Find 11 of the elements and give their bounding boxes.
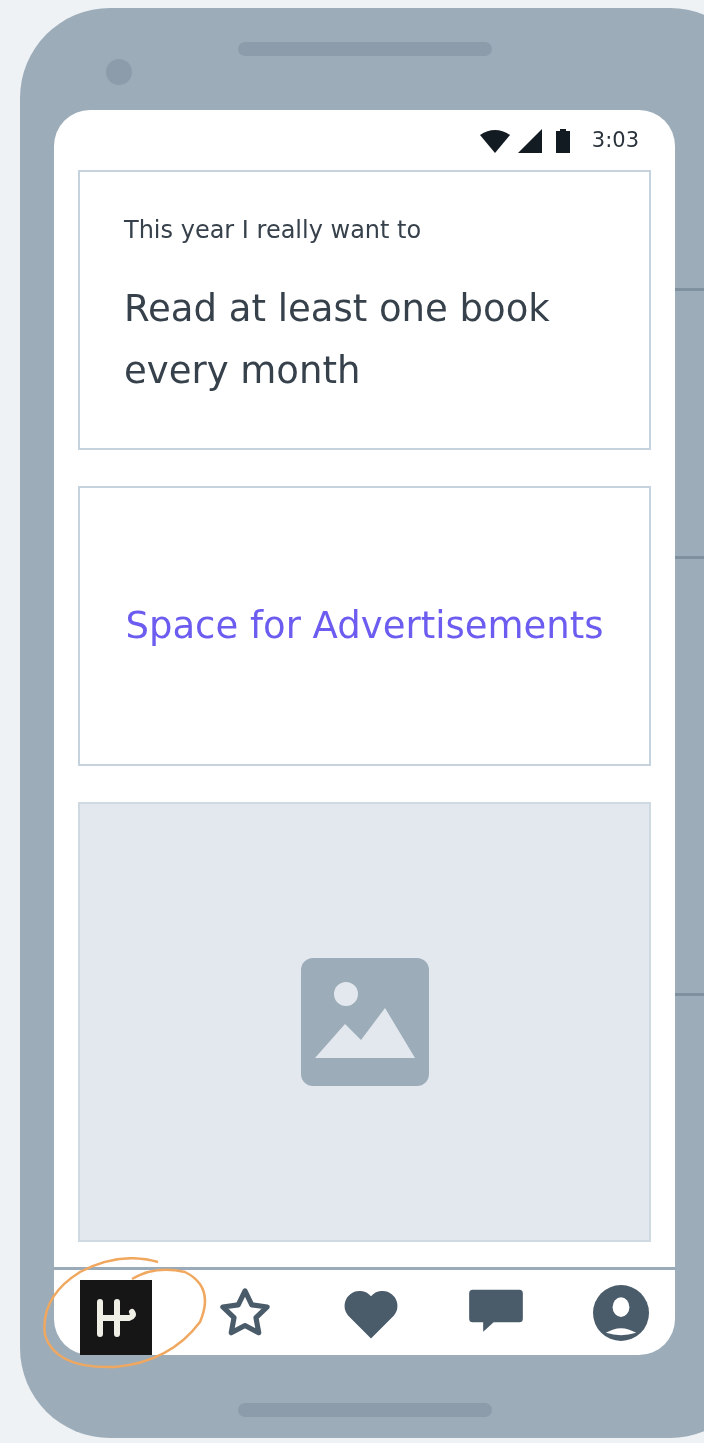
nav-tab[interactable] <box>80 1280 152 1355</box>
signal-icon <box>517 129 542 153</box>
status-time: 3:03 <box>591 127 639 155</box>
profile-icon <box>593 1284 649 1341</box>
goal-label: This year I really want to <box>124 215 423 246</box>
wifi-icon <box>479 129 510 153</box>
battery-icon <box>555 129 570 153</box>
goal-text: Read at least one book every month <box>124 286 551 394</box>
logo-icon <box>80 1280 152 1355</box>
ad-text: Space for Advertisements <box>125 603 604 650</box>
image-icon <box>300 958 429 1086</box>
